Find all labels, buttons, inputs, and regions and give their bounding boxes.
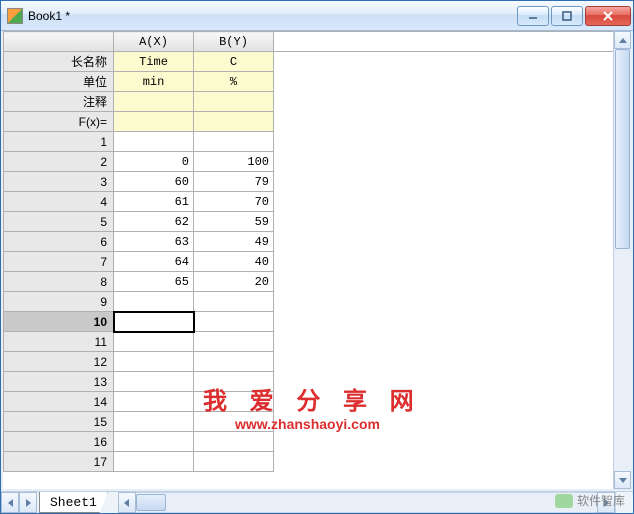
meta-cell[interactable] — [194, 92, 274, 112]
brand-label: 软件智库 — [577, 492, 625, 509]
close-button[interactable] — [585, 6, 631, 26]
scroll-track[interactable] — [614, 49, 631, 471]
row-number[interactable]: 17 — [4, 452, 114, 472]
maximize-button[interactable] — [551, 6, 583, 26]
data-cell[interactable] — [194, 452, 274, 472]
scroll-thumb[interactable] — [615, 49, 630, 249]
wechat-icon — [555, 494, 573, 508]
data-cell[interactable]: 20 — [194, 272, 274, 292]
data-cell[interactable] — [194, 372, 274, 392]
data-cell[interactable]: 60 — [114, 172, 194, 192]
minimize-button[interactable] — [517, 6, 549, 26]
column-header-a[interactable]: A(X) — [114, 32, 194, 52]
data-cell[interactable] — [114, 392, 194, 412]
worksheet-grid: A(X) B(Y) 长名称TimeC单位min%注释F(x)=120100360… — [3, 31, 613, 489]
horizontal-scrollbar[interactable] — [118, 492, 615, 513]
data-cell[interactable]: 100 — [194, 152, 274, 172]
bottom-bar: Sheet1 — [1, 491, 633, 513]
data-cell[interactable]: 40 — [194, 252, 274, 272]
row-number[interactable]: 10 — [4, 312, 114, 332]
row-number[interactable]: 15 — [4, 412, 114, 432]
data-cell[interactable] — [194, 392, 274, 412]
meta-cell[interactable]: Time — [114, 52, 194, 72]
titlebar[interactable]: Book1 * — [1, 1, 633, 31]
data-cell[interactable] — [114, 352, 194, 372]
data-cell[interactable] — [194, 352, 274, 372]
data-table: A(X) B(Y) 长名称TimeC单位min%注释F(x)=120100360… — [3, 31, 613, 472]
row-number[interactable]: 6 — [4, 232, 114, 252]
data-cell[interactable] — [114, 412, 194, 432]
row-number[interactable]: 7 — [4, 252, 114, 272]
data-cell[interactable]: 64 — [114, 252, 194, 272]
row-number[interactable]: 11 — [4, 332, 114, 352]
row-number[interactable]: 14 — [4, 392, 114, 412]
data-cell[interactable] — [114, 292, 194, 312]
data-cell[interactable] — [114, 452, 194, 472]
meta-cell[interactable]: C — [194, 52, 274, 72]
data-cell[interactable] — [114, 372, 194, 392]
hscroll-track[interactable] — [136, 492, 597, 513]
data-cell[interactable] — [114, 312, 194, 332]
data-cell[interactable] — [194, 332, 274, 352]
hscroll-thumb[interactable] — [136, 494, 166, 511]
hscroll-left-button[interactable] — [118, 492, 136, 513]
data-cell[interactable]: 62 — [114, 212, 194, 232]
corner-cell[interactable] — [4, 32, 114, 52]
data-cell[interactable] — [194, 312, 274, 332]
data-cell[interactable]: 0 — [114, 152, 194, 172]
row-number[interactable]: 8 — [4, 272, 114, 292]
data-cell[interactable] — [114, 132, 194, 152]
brand-badge: 软件智库 — [555, 492, 625, 509]
row-number[interactable]: 16 — [4, 432, 114, 452]
sheet-nav-prev[interactable] — [19, 492, 37, 513]
data-cell[interactable]: 59 — [194, 212, 274, 232]
data-cell[interactable]: 61 — [114, 192, 194, 212]
column-header-b[interactable]: B(Y) — [194, 32, 274, 52]
data-cell[interactable] — [194, 432, 274, 452]
data-cell[interactable] — [194, 132, 274, 152]
column-tail — [274, 32, 614, 52]
data-cell[interactable]: 65 — [114, 272, 194, 292]
sheet-nav-first[interactable] — [1, 492, 19, 513]
data-cell[interactable] — [194, 412, 274, 432]
vertical-scrollbar[interactable] — [613, 31, 631, 489]
meta-row-label[interactable]: 长名称 — [4, 52, 114, 72]
data-cell[interactable]: 79 — [194, 172, 274, 192]
row-number[interactable]: 1 — [4, 132, 114, 152]
data-cell[interactable]: 70 — [194, 192, 274, 212]
app-icon — [7, 8, 23, 24]
row-number[interactable]: 13 — [4, 372, 114, 392]
meta-row-label[interactable]: 单位 — [4, 72, 114, 92]
data-cell[interactable]: 49 — [194, 232, 274, 252]
meta-cell[interactable]: min — [114, 72, 194, 92]
meta-cell[interactable]: % — [194, 72, 274, 92]
data-cell[interactable]: 63 — [114, 232, 194, 252]
row-number[interactable]: 9 — [4, 292, 114, 312]
row-number[interactable]: 12 — [4, 352, 114, 372]
meta-cell[interactable] — [114, 92, 194, 112]
meta-row-label[interactable]: 注释 — [4, 92, 114, 112]
scroll-down-button[interactable] — [614, 471, 631, 489]
meta-cell[interactable] — [114, 112, 194, 132]
row-number[interactable]: 5 — [4, 212, 114, 232]
meta-cell[interactable] — [194, 112, 274, 132]
client-area: A(X) B(Y) 长名称TimeC单位min%注释F(x)=120100360… — [1, 31, 633, 491]
row-number[interactable]: 2 — [4, 152, 114, 172]
row-number[interactable]: 3 — [4, 172, 114, 192]
data-cell[interactable] — [114, 432, 194, 452]
data-cell[interactable] — [114, 332, 194, 352]
data-cell[interactable] — [194, 292, 274, 312]
sheet-tab[interactable]: Sheet1 — [39, 492, 108, 513]
meta-row-label[interactable]: F(x)= — [4, 112, 114, 132]
scroll-up-button[interactable] — [614, 31, 631, 49]
window-title: Book1 * — [28, 9, 517, 23]
workbook-window: Book1 * A(X) B(Y) — [0, 0, 634, 514]
row-number[interactable]: 4 — [4, 192, 114, 212]
